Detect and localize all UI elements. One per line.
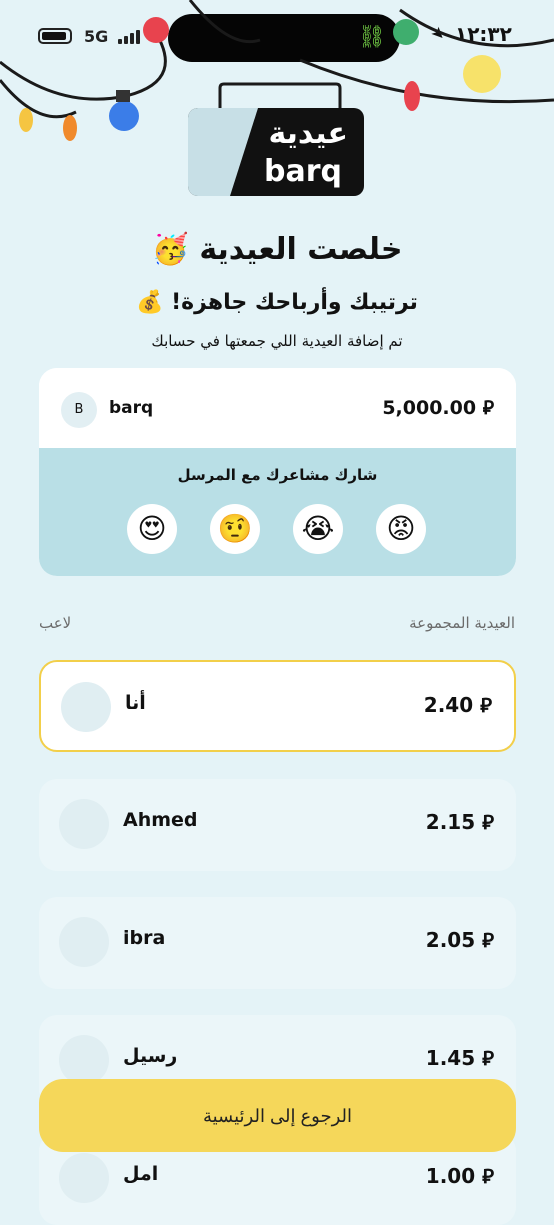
- dynamic-island: ⛓: [168, 14, 400, 62]
- sender-card: B barq 5,000.00 ⃁ شارك مشاعرك مع المرسل …: [39, 368, 516, 576]
- logo-latin-text: barq: [264, 154, 342, 189]
- player-name: ibra: [123, 927, 166, 949]
- back-to-home-button[interactable]: الرجوع إلى الرئيسية: [39, 1079, 516, 1152]
- player-row: ibra 2.05 ⃁: [39, 897, 516, 989]
- light-bulb-yellow: [463, 55, 501, 93]
- sender-amount: 5,000.00 ⃁: [382, 397, 494, 419]
- player-amount: 1.45 ⃁: [425, 1046, 494, 1070]
- player-name: أنا: [125, 692, 146, 714]
- player-name: رسيل: [123, 1045, 178, 1067]
- reactions-panel: شارك مشاعرك مع المرسل 😍 🤨 😭 😡: [39, 448, 516, 576]
- player-amount: 2.05 ⃁: [425, 928, 494, 952]
- status-bar: 5G ⛓ ➤ ١٢:٣٢: [0, 0, 554, 62]
- avatar: [59, 1035, 109, 1085]
- avatar: [59, 1153, 109, 1203]
- network-type: 5G: [84, 27, 109, 46]
- reaction-heart-eyes-button[interactable]: 😍: [127, 504, 177, 554]
- sender-avatar: B: [61, 392, 97, 428]
- player-row-me: أنا 2.40 ⃁: [39, 660, 516, 752]
- light-bulb-yellow: [19, 108, 33, 132]
- player-column-header: لاعب: [39, 614, 72, 632]
- reaction-raised-eyebrow-button[interactable]: 🤨: [210, 504, 260, 554]
- player-amount: 2.15 ⃁: [425, 810, 494, 834]
- light-bulb-red: [404, 81, 420, 111]
- page-title: خلصت العيدية 🥳: [151, 232, 403, 267]
- signal-icon: [118, 28, 142, 44]
- avatar: [59, 917, 109, 967]
- player-amount: 1.00 ⃁: [425, 1164, 494, 1188]
- collected-column-header: العيدية المجموعة: [409, 614, 515, 632]
- page-description: تم إضافة العيدية اللي جمعتها في حسابك: [151, 332, 403, 350]
- light-bulb-blue: [109, 101, 139, 131]
- status-time: ١٢:٣٢: [455, 22, 512, 46]
- logo-slingshot-panel: [188, 108, 258, 196]
- battery-icon: [38, 28, 72, 44]
- reaction-crying-button[interactable]: 😭: [293, 504, 343, 554]
- sender-row: B barq 5,000.00 ⃁: [39, 368, 516, 448]
- share-feelings-label: شارك مشاعرك مع المرسل: [177, 466, 378, 484]
- player-row: Ahmed 2.15 ⃁: [39, 779, 516, 871]
- avatar: [61, 682, 111, 732]
- page-subtitle: ترتيبك وأرباحك جاهزة! 💰: [136, 290, 418, 315]
- sender-name: barq: [109, 398, 154, 418]
- eidiya-barq-logo: عيدية barq: [188, 108, 364, 196]
- location-arrow-icon: ➤: [427, 22, 451, 45]
- link-icon: ⛓: [358, 25, 386, 50]
- light-bulb-orange: [63, 115, 77, 141]
- reaction-angry-button[interactable]: 😡: [376, 504, 426, 554]
- player-amount: 2.40 ⃁: [423, 693, 492, 717]
- avatar: [59, 799, 109, 849]
- player-name: Ahmed: [123, 809, 198, 831]
- player-name: امل: [123, 1163, 159, 1185]
- logo-arabic-text: عيدية: [268, 116, 348, 151]
